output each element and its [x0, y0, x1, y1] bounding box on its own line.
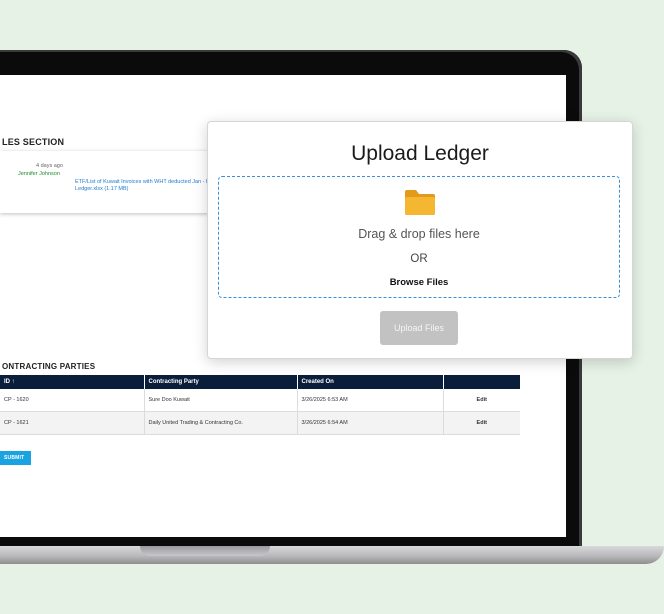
- cell-created: 3/26/2025 6:53 AM: [297, 389, 444, 412]
- browse-files-link[interactable]: Browse Files: [219, 277, 619, 288]
- laptop-base: [0, 546, 664, 564]
- files-section-title: LES SECTION: [2, 137, 65, 147]
- file-drop-zone[interactable]: Drag & drop files here OR Browse Files: [218, 176, 620, 298]
- upload-ledger-modal: Upload Ledger Drag & drop files here OR …: [207, 121, 633, 359]
- cell-id: CP - 1620: [0, 389, 145, 412]
- upload-files-button[interactable]: Upload Files: [380, 311, 458, 345]
- folder-icon: [405, 190, 435, 215]
- contracting-parties-table: ID ↑ Contracting Party Created On CP - 1…: [0, 375, 520, 435]
- column-header-id[interactable]: ID ↑: [0, 375, 145, 389]
- cell-id: CP - 1621: [0, 411, 145, 435]
- cell-created: 3/26/2025 6:54 AM: [297, 411, 444, 435]
- cell-party: Daily United Trading & Contracting Co.: [144, 411, 298, 435]
- file-uploader: Jennifer Johnson: [18, 171, 60, 177]
- column-header-party[interactable]: Contracting Party: [144, 375, 298, 389]
- file-description-link[interactable]: ETF/List of Kuwait Invoices with WHT ded…: [75, 179, 223, 185]
- table-header-row: ID ↑ Contracting Party Created On: [0, 375, 520, 389]
- edit-link[interactable]: Edit: [443, 411, 520, 435]
- laptop-hinge-notch: [140, 546, 270, 556]
- table-row: CP - 1620 Sure Doo Kuwait 3/26/2025 6:53…: [0, 389, 520, 412]
- modal-title: Upload Ledger: [351, 142, 489, 165]
- file-timestamp: 4 days ago: [36, 163, 63, 169]
- column-header-actions: [443, 375, 520, 389]
- edit-link[interactable]: Edit: [443, 389, 520, 412]
- table-row: CP - 1621 Daily United Trading & Contrac…: [0, 411, 520, 435]
- submit-button[interactable]: SUBMIT: [0, 451, 31, 465]
- column-header-created[interactable]: Created On: [297, 375, 444, 389]
- or-separator: OR: [410, 253, 428, 265]
- file-name-link[interactable]: Ledger.xlsx (1.17 MB): [75, 186, 129, 192]
- contracting-parties-title: ONTRACTING PARTIES: [2, 362, 96, 371]
- cell-party: Sure Doo Kuwait: [144, 389, 298, 412]
- drop-instructions: Drag & drop files here: [358, 227, 480, 241]
